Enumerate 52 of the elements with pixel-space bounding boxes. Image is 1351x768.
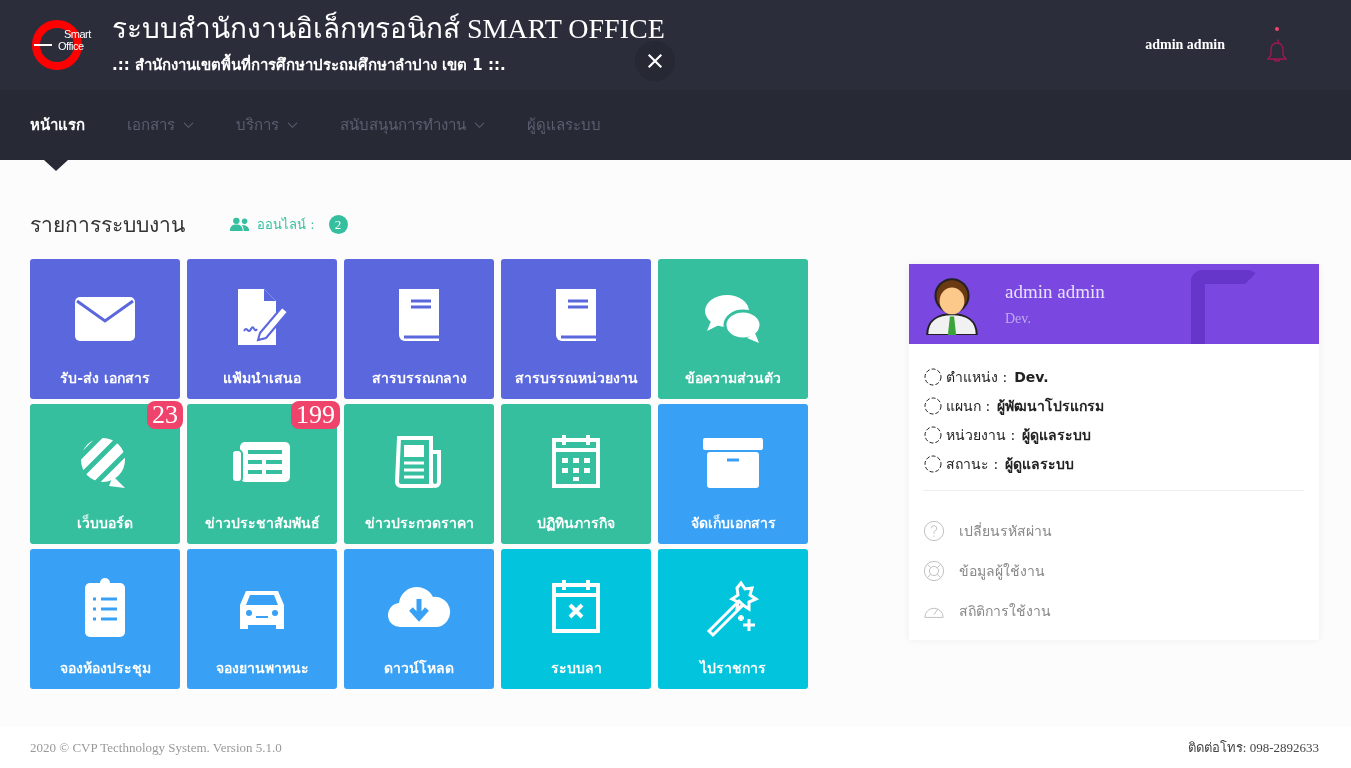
spinner-icon [923, 453, 943, 474]
profile-name: admin admin [1005, 281, 1105, 303]
info-value: Dev. [1014, 368, 1049, 385]
info-value: ผู้ดูแลระบบ [1005, 454, 1075, 475]
question-icon [923, 520, 945, 542]
user-name[interactable]: admin admin [1145, 37, 1225, 53]
profile-link[interactable]: ข้อมูลผู้ใช้งาน [923, 551, 1304, 591]
info-value: ผู้ดูแลระบบ [1022, 425, 1092, 446]
menu-tile[interactable]: 199 ข่าวประชาสัมพันธ์ [187, 404, 337, 544]
count-badge: 23 [147, 401, 183, 429]
spinner-icon [923, 424, 943, 445]
close-button[interactable] [634, 41, 675, 81]
menu-tile[interactable]: จองห้องประชุม [30, 549, 180, 689]
spinner-icon [923, 395, 943, 416]
profile-role: Dev. [1005, 311, 1032, 327]
menu-tile[interactable]: จองยานพาหนะ [187, 549, 337, 689]
nav-tab[interactable]: บริการ [236, 110, 298, 140]
close-icon [645, 52, 664, 70]
lifebuoy-icon [923, 560, 945, 582]
menu-tile[interactable]: 23 เว็บบอร์ด [30, 404, 180, 544]
section-title: รายการระบบงาน [30, 212, 185, 239]
info-label: ตำแหน่ง : [946, 367, 1008, 387]
menu-tile[interactable]: ไปราชการ [658, 549, 808, 689]
menu-tile[interactable]: แฟ้มนำเสนอ [187, 259, 337, 399]
info-label: แผนก : [946, 396, 991, 416]
info-label: หน่วยงาน : [946, 425, 1016, 445]
nav-tab[interactable]: เอกสาร [127, 110, 194, 140]
menu-tile[interactable]: จัดเก็บเอกสาร [658, 404, 808, 544]
app-title: ระบบสำนักงานอิเล็กทรอนิกส์ SMART OFFICE [112, 13, 665, 45]
contact-text: ติดต่อโทร: 098-2892633 [1187, 739, 1319, 757]
users-icon [229, 217, 251, 232]
nav-tab[interactable]: ผู้ดูแลระบบ [527, 110, 601, 140]
nav-tab[interactable]: สนับสนุนการทำงาน [340, 110, 485, 140]
menu-tile[interactable]: ข้อความส่วนตัว [658, 259, 808, 399]
menu-tile[interactable]: สารบรรณกลาง [344, 259, 494, 399]
copyright-text: 2020 © CVP Tecthnology System. Version 5.1.0 [30, 739, 282, 756]
menu-tile[interactable]: ระบบลา [501, 549, 651, 689]
menu-tile[interactable]: ดาวน์โหลด [344, 549, 494, 689]
count-badge: 199 [291, 401, 340, 429]
nav-tab[interactable]: หน้าแรก [30, 110, 85, 140]
menu-tile[interactable]: ปฏิทินภารกิจ [501, 404, 651, 544]
menu-tile[interactable]: รับ-ส่ง เอกสาร [30, 259, 180, 399]
info-value: ผู้พัฒนาโปรแกรม [997, 396, 1105, 417]
profile-link[interactable]: สถิติการใช้งาน [923, 591, 1304, 631]
online-count: 2 [328, 215, 348, 234]
info-label: สถานะ : [946, 454, 999, 474]
online-label: ออนไลน์ : [257, 216, 315, 234]
menu-tile[interactable]: สารบรรณหน่วยงาน [501, 259, 651, 399]
menu-tile[interactable]: ข่าวประกวดราคา [344, 404, 494, 544]
spinner-icon [923, 366, 943, 387]
profile-link[interactable]: เปลี่ยนรหัสผ่าน [923, 511, 1304, 551]
app-subtitle: .:: สำนักงานเขตพื้นที่การศึกษาประถมศึกษาลำปาง เขต 1 ::. [112, 53, 506, 77]
